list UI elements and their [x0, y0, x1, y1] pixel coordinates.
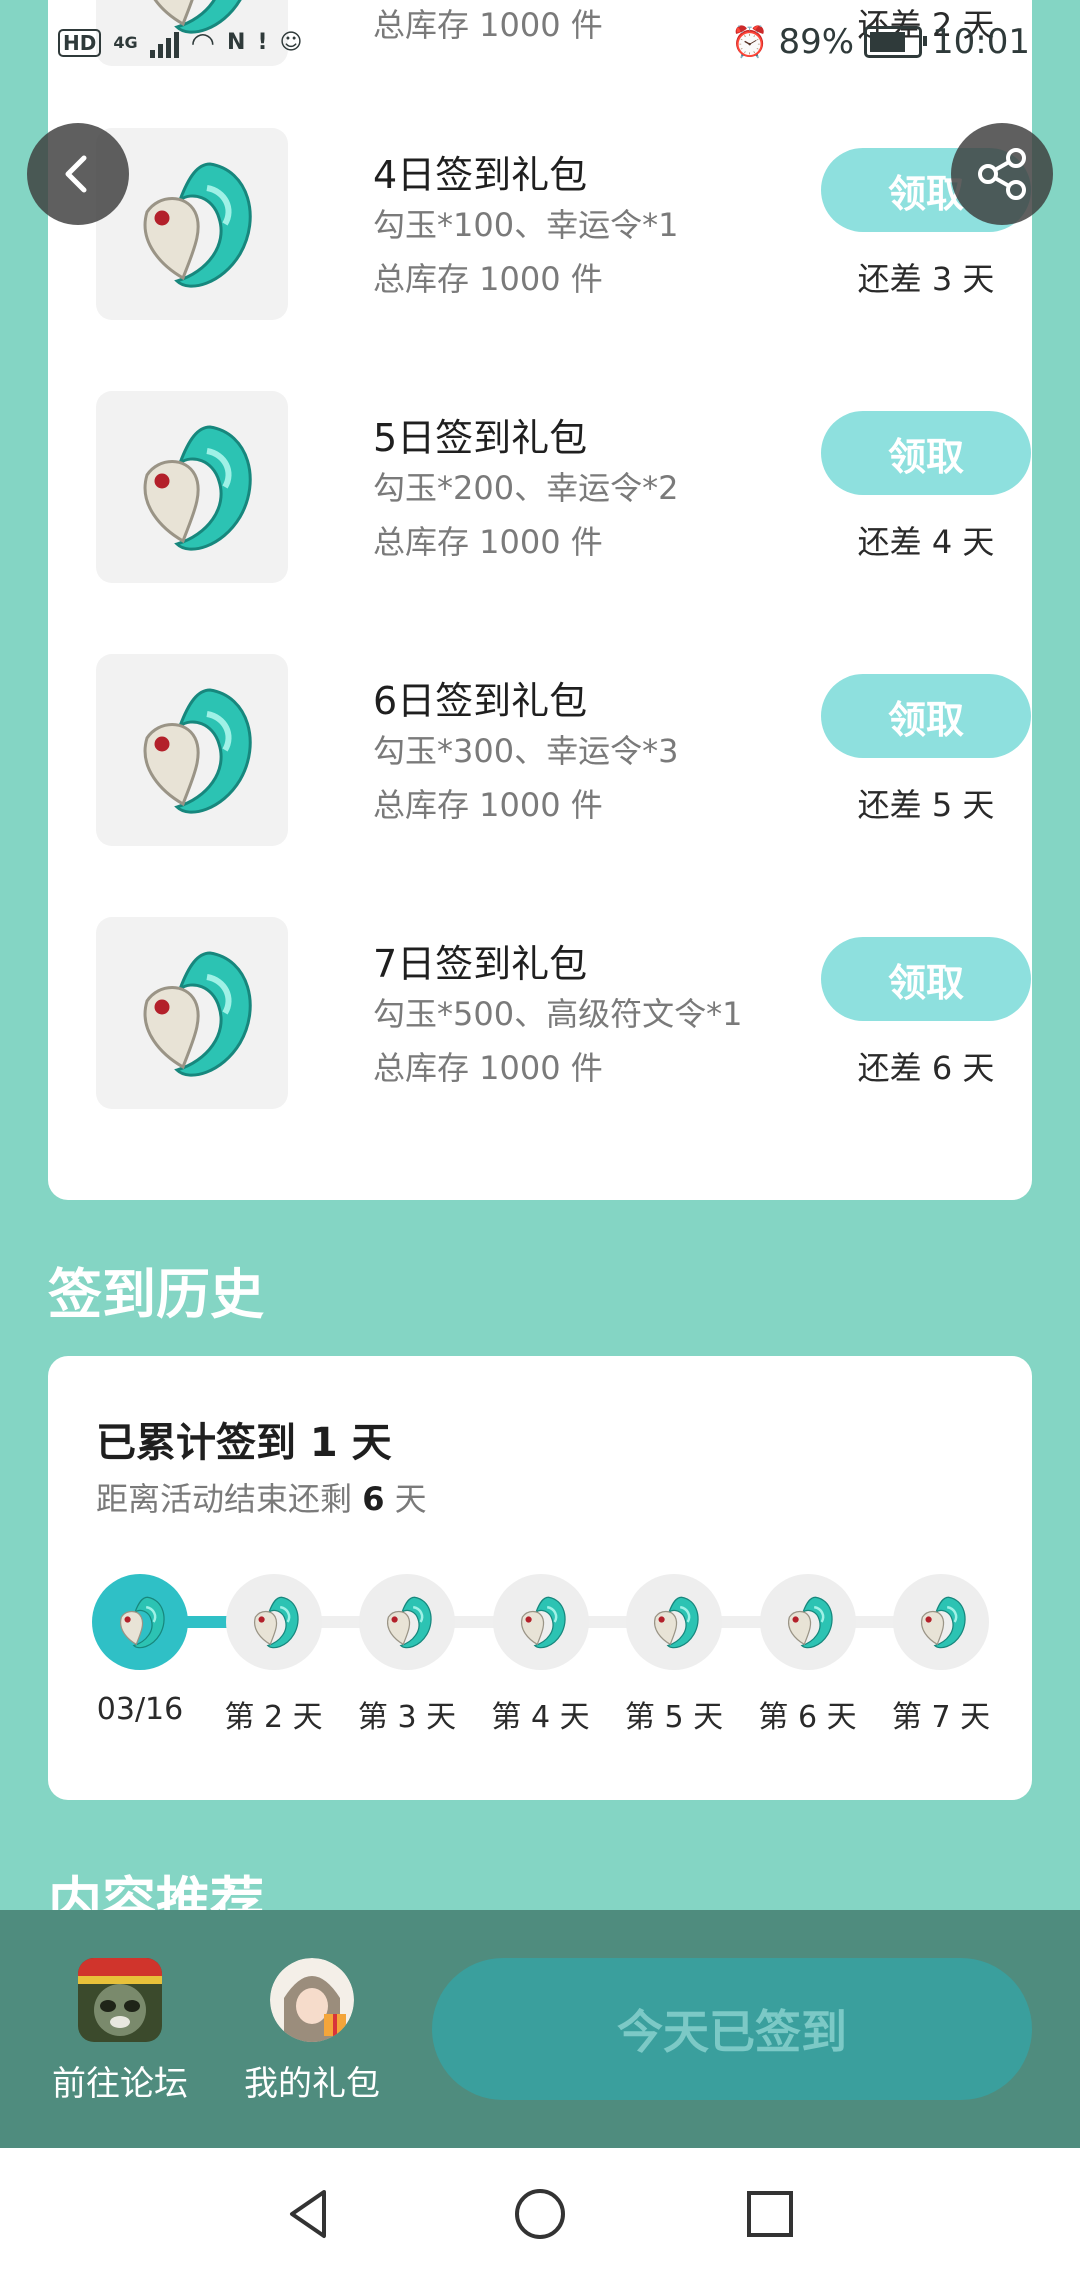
jade-magatama-icon — [253, 1596, 299, 1649]
nav-back-icon[interactable] — [278, 2184, 338, 2244]
claim-button[interactable]: 领取 — [821, 411, 1031, 495]
signed-in-today-button[interactable]: 今天已签到 — [432, 1958, 1032, 2100]
days-remaining: 还差 5 天 — [857, 786, 995, 824]
day-label: 03/16 — [96, 1692, 184, 1727]
day-marker — [626, 1574, 722, 1670]
status-bar: HD 4G ◠ N ! ☺ ⏰ 89% 10:01 — [0, 0, 1080, 92]
jade-magatama-icon — [520, 1596, 566, 1649]
days-remaining: 还差 3 天 — [857, 260, 995, 298]
network-type: 4G — [113, 32, 138, 52]
day-label: 第 6 天 — [758, 1700, 857, 1735]
gift-item: 7日签到礼包勾玉*500、高级符文令*1 总库存 1000 件 领取还差 6 天 — [48, 913, 1032, 1113]
gift-title: 5日签到礼包 — [373, 416, 588, 460]
day-marker — [492, 1574, 589, 1670]
notification-icon: ☺ — [279, 30, 303, 55]
jade-magatama-icon — [143, 951, 252, 1077]
gift-item: 4日签到礼包 勾玉*100、幸运令*1 总库存 1000 件领取 还差 3 天 — [48, 124, 1032, 324]
nav-recents-icon[interactable] — [740, 2184, 800, 2244]
gift-thumbnail — [96, 391, 288, 583]
jade-magatama-icon — [386, 1596, 432, 1649]
jade-magatama-icon — [920, 1596, 966, 1649]
nav-home-icon[interactable] — [510, 2184, 570, 2244]
gift-title: 6日签到礼包 — [373, 679, 588, 723]
wifi-icon: ◠ — [190, 26, 216, 59]
signal-icon — [149, 28, 179, 58]
hd-indicator: HD — [58, 28, 102, 57]
history-total: 已累计签到 1 天 — [96, 1420, 392, 1466]
day-label: 第 3 天 — [357, 1700, 457, 1735]
forum-label: 前往论坛 — [52, 2064, 188, 2104]
jade-magatama-icon — [143, 425, 252, 551]
day-marker — [893, 1574, 989, 1670]
gift-thumbnail — [96, 917, 288, 1109]
gift-contents: 勾玉*100、幸运令*1 — [373, 206, 679, 244]
my-gifts-link[interactable]: 我的礼包 — [237, 1958, 387, 2105]
gift-stock: 总库存 1000 件 — [373, 1049, 603, 1087]
jade-magatama-icon — [143, 162, 252, 288]
bottom-action-bar: 前往论坛 我的礼包 今天已签到 — [0, 1910, 1080, 2148]
system-nav-bar — [0, 2148, 1080, 2280]
gift-title: 7日签到礼包 — [373, 942, 588, 986]
day-marker — [225, 1574, 322, 1670]
avatar — [270, 1958, 354, 2042]
jade-magatama-icon — [787, 1596, 833, 1649]
jade-magatama-icon — [119, 1596, 165, 1649]
day-label: 第 4 天 — [491, 1700, 590, 1735]
share-button[interactable] — [951, 123, 1053, 225]
day-marker — [759, 1574, 856, 1670]
claim-button[interactable]: 领取 — [821, 937, 1031, 1021]
gift-contents: 勾玉*200、幸运令*2 — [373, 469, 679, 507]
gift-contents: 勾玉*300、幸运令*3 — [373, 732, 679, 770]
gift-stock: 总库存 1000 件 — [373, 523, 603, 561]
jade-magatama-icon — [653, 1596, 699, 1649]
nfc-icon: N — [227, 30, 246, 55]
status-left: HD 4G ◠ N ! ☺ — [58, 26, 302, 59]
remaining-suffix: 天 — [394, 1480, 427, 1518]
status-right: ⏰ 89% 10:01 — [731, 22, 1030, 62]
history-section-title: 签到历史 — [48, 1263, 264, 1326]
share-icon — [978, 148, 1026, 200]
gift-list-card: 勾玉*300、招募令*3总库存 1000 件领取还差 2 天4日签到礼包勾玉*1… — [48, 0, 1032, 1200]
history-card: 已累计签到 1 天 距离活动结束还剩 6 天 03/16 第 2 天第 3 天第 … — [48, 1356, 1032, 1800]
day-marker — [92, 1574, 188, 1670]
gift-item: 5日签到礼包勾玉*200、幸运令*2 总库存 1000 件 领取还差 4 天 — [48, 387, 1032, 587]
my-gifts-label: 我的礼包 — [244, 2064, 380, 2104]
gift-stock: 总库存 1000 件 — [373, 786, 603, 824]
jade-magatama-icon — [143, 688, 252, 814]
day-label: 第 7 天 — [891, 1700, 991, 1735]
back-button[interactable] — [27, 123, 129, 225]
chevron-left-icon — [65, 155, 87, 193]
forum-link[interactable]: 前往论坛 — [45, 1958, 195, 2105]
remaining-prefix: 距离活动结束还剩 — [96, 1480, 353, 1518]
game-icon — [78, 1958, 162, 2042]
alert-icon: ! — [257, 30, 268, 55]
days-remaining: 还差 6 天 — [857, 1049, 995, 1087]
clock: 10:01 — [932, 22, 1030, 62]
claim-button[interactable]: 领取 — [821, 674, 1031, 758]
alarm-icon: ⏰ — [731, 24, 769, 60]
day-marker — [359, 1574, 455, 1670]
battery-icon — [864, 26, 928, 58]
gift-contents: 勾玉*500、高级符文令*1 — [373, 995, 743, 1033]
gift-title: 4日签到礼包 — [373, 153, 588, 197]
gift-thumbnail — [96, 654, 288, 846]
remaining-days: 6 — [362, 1480, 385, 1518]
gift-stock: 总库存 1000 件 — [373, 260, 603, 298]
day-label: 第 2 天 — [224, 1700, 323, 1735]
history-remaining: 距离活动结束还剩 6 天 — [96, 1474, 427, 1520]
gift-item: 6日签到礼包勾玉*300、幸运令*3 总库存 1000 件 领取还差 5 天 — [48, 650, 1032, 850]
days-remaining: 还差 4 天 — [857, 523, 995, 561]
day-label: 第 5 天 — [624, 1700, 724, 1735]
battery-percent: 89% — [778, 22, 855, 62]
